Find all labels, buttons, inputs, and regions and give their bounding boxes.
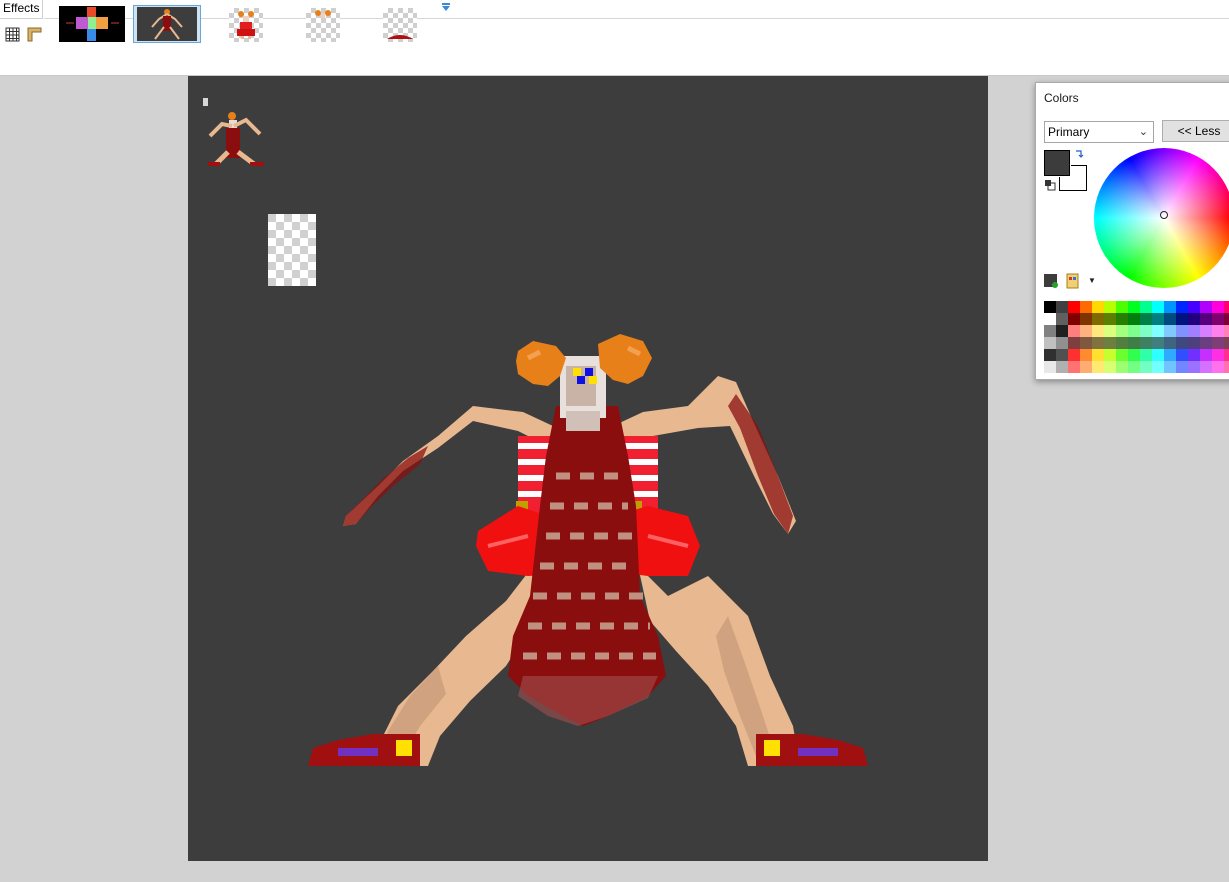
- image-tab-3[interactable]: [229, 8, 263, 42]
- image-tab-2[interactable]: [133, 5, 201, 43]
- effects-menu[interactable]: Effects: [0, 0, 44, 19]
- color-mode-select[interactable]: Primary ⌄: [1044, 121, 1154, 143]
- image-thumbnail: [137, 7, 197, 41]
- grid-icon[interactable]: [5, 27, 21, 43]
- add-to-palette-icon[interactable]: [1044, 274, 1058, 288]
- chevron-down-icon: ⌄: [1138, 126, 1148, 138]
- sprite-sheet-artwork: [203, 98, 868, 766]
- reset-colors-icon[interactable]: [1044, 179, 1056, 191]
- palette-menu-icon[interactable]: [1066, 273, 1080, 289]
- image-tab-4[interactable]: [306, 8, 340, 42]
- palette-swatches[interactable]: [1044, 301, 1229, 375]
- color-wheel-cursor[interactable]: [1160, 211, 1168, 219]
- sprite-preview: [387, 35, 413, 39]
- swap-colors-icon[interactable]: [1074, 150, 1084, 160]
- large-sprite: [308, 334, 868, 766]
- less-button[interactable]: << Less: [1162, 120, 1229, 142]
- color-mode-selected: Primary: [1048, 125, 1090, 139]
- primary-color-swatch[interactable]: [1043, 149, 1071, 177]
- color-palette[interactable]: [1044, 301, 1229, 375]
- sprite-preview: [237, 11, 255, 39]
- palette-dropdown-icon[interactable]: ▼: [1088, 276, 1096, 285]
- checker-pattern: [268, 214, 316, 286]
- ruler-icon[interactable]: [26, 26, 42, 42]
- colors-panel-title: Colors: [1044, 91, 1079, 105]
- image-tab-5[interactable]: [383, 8, 417, 42]
- menu-divider: [44, 18, 1229, 19]
- image-tab-1[interactable]: [58, 5, 126, 43]
- top-toolbar: Effects: [0, 0, 1229, 76]
- image-canvas[interactable]: [188, 76, 988, 861]
- image-thumbnail: [59, 6, 125, 42]
- small-sprite: [208, 112, 264, 166]
- sprite-preview: [315, 10, 331, 18]
- color-wheel[interactable]: [1094, 148, 1229, 288]
- colors-panel: Colors Primary ⌄ << Less ▼: [1035, 82, 1229, 380]
- chevron-down-icon[interactable]: [441, 2, 451, 12]
